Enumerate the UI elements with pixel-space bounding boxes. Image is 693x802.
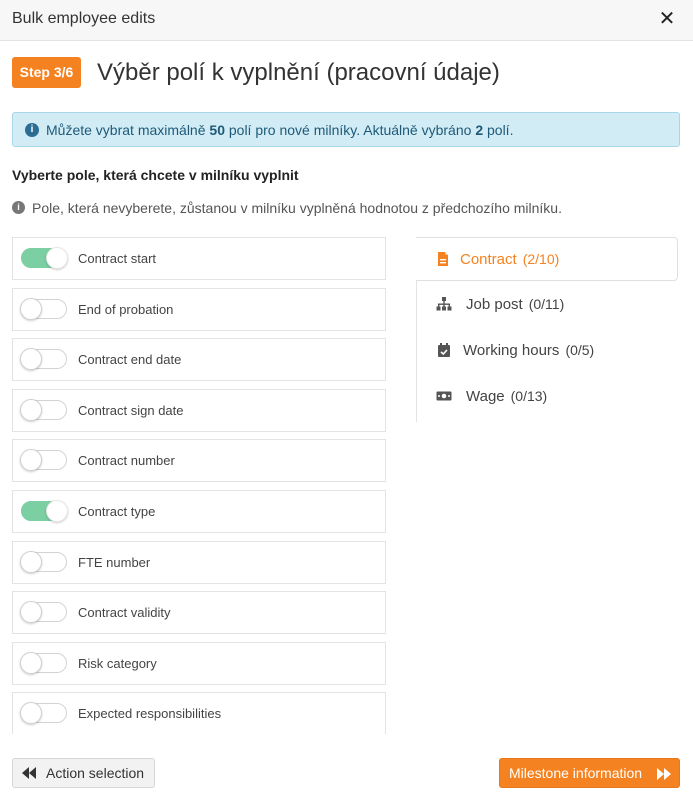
field-row: FTE number	[12, 540, 386, 584]
milestone-information-label: Milestone information	[509, 765, 643, 781]
field-row: Expected responsibilities	[12, 692, 386, 734]
tab-label: Working hours (0/5)	[463, 342, 594, 359]
toggle-knob	[20, 297, 42, 320]
field-toggle[interactable]	[20, 449, 67, 472]
field-toggle[interactable]	[20, 398, 67, 421]
info-icon: i	[25, 123, 39, 137]
field-label: Contract sign date	[78, 402, 184, 418]
toggle-knob	[20, 550, 42, 573]
hint-text: Pole, která nevyberete, zůstanou v milní…	[32, 200, 562, 216]
field-row: Contract sign date	[12, 388, 386, 432]
field-label: Contract type	[78, 504, 156, 519]
org-chart-icon	[436, 296, 452, 312]
tab-count: (0/13)	[510, 388, 548, 404]
field-row: End of probation	[12, 287, 386, 331]
field-row: Contract type	[12, 490, 386, 533]
hint-info-icon: i	[12, 201, 25, 214]
tab-wage[interactable]: Wage (0/13)	[417, 375, 678, 419]
tab-label: Job post (0/11)	[466, 296, 564, 313]
toggle-knob	[46, 247, 68, 269]
field-toggle[interactable]	[20, 550, 67, 573]
close-icon[interactable]: ✕	[657, 9, 677, 29]
field-toggle[interactable]	[21, 500, 68, 522]
field-row: Contract validity	[12, 591, 386, 635]
tab-count: (0/5)	[565, 342, 595, 358]
tab-count: (2/10)	[522, 251, 560, 267]
field-label: Contract number	[78, 453, 175, 469]
action-selection-button[interactable]: Action selection	[12, 758, 155, 788]
calendar-check-icon	[436, 342, 452, 358]
tab-label: Wage (0/13)	[466, 388, 547, 405]
category-tabs: Contract (2/10) Job post (0/11) Working hour…	[416, 237, 678, 422]
field-label: Contract start	[78, 251, 157, 266]
info-alert: i Můžete vybrat maximálně 50 polí pro no…	[12, 112, 680, 147]
field-row: Risk category	[12, 641, 386, 685]
section-title: Vyberte pole, která chcete v milníku vyp…	[12, 167, 299, 183]
action-selection-label: Action selection	[46, 765, 145, 781]
field-list: Contract start End of probation Contract e…	[12, 237, 386, 734]
info-text-after: polí.	[483, 122, 514, 138]
document-icon	[435, 251, 451, 267]
field-toggle[interactable]	[20, 348, 67, 371]
field-toggle[interactable]	[20, 297, 67, 320]
dialog-header: Bulk employee edits ✕	[0, 0, 693, 41]
field-toggle[interactable]	[21, 247, 68, 269]
field-label: Contract validity	[78, 605, 171, 621]
toggle-knob	[20, 601, 42, 624]
step-badge: Step 3/6	[12, 57, 81, 88]
field-label: FTE number	[78, 554, 151, 570]
toggle-knob	[20, 702, 42, 725]
field-label: Contract end date	[78, 352, 182, 368]
field-row: Contract start	[12, 237, 386, 280]
toggle-knob	[20, 651, 42, 674]
double-chevron-left-icon	[22, 767, 36, 779]
double-chevron-right-icon	[657, 768, 671, 780]
tab-name: Job post	[466, 296, 523, 313]
field-toggle[interactable]	[20, 601, 67, 624]
field-row: Contract number	[12, 439, 386, 483]
info-max-count: 50	[209, 122, 225, 138]
toggle-knob	[20, 449, 42, 472]
info-text-middle: polí pro nové milníky. Aktuálně vybráno	[224, 122, 476, 138]
milestone-information-button[interactable]: Milestone information	[499, 758, 680, 788]
field-label: End of probation	[78, 301, 174, 317]
toggle-knob	[20, 348, 42, 371]
toggle-knob	[20, 398, 42, 421]
field-label: Risk category	[78, 655, 157, 671]
bulk-edit-dialog: Bulk employee edits ✕ Step 3/6 Výběr pol…	[0, 0, 693, 802]
tab-count: (0/11)	[528, 296, 565, 312]
page-title: Výběr polí k vyplnění (pracovní údaje)	[97, 59, 500, 86]
info-text: Můžete vybrat maximálně 50 polí pro nové…	[46, 122, 513, 138]
field-toggle[interactable]	[20, 651, 67, 674]
tab-working-hours[interactable]: Working hours (0/5)	[417, 329, 678, 373]
tab-name: Working hours	[463, 342, 560, 359]
tab-name: Wage	[466, 388, 505, 405]
field-row: Contract end date	[12, 338, 386, 382]
money-icon	[436, 388, 452, 404]
info-text-before: Můžete vybrat maximálně	[46, 122, 210, 138]
tab-label: Contract (2/10)	[460, 251, 559, 268]
field-toggle[interactable]	[20, 702, 67, 725]
tab-name: Contract	[460, 251, 517, 268]
toggle-knob	[46, 500, 68, 522]
dialog-title: Bulk employee edits	[12, 10, 156, 27]
tab-job-post[interactable]: Job post (0/11)	[417, 283, 678, 327]
tab-contract[interactable]: Contract (2/10)	[416, 237, 678, 281]
info-selected-count: 2	[475, 122, 484, 138]
field-label: Expected responsibilities	[78, 706, 222, 722]
